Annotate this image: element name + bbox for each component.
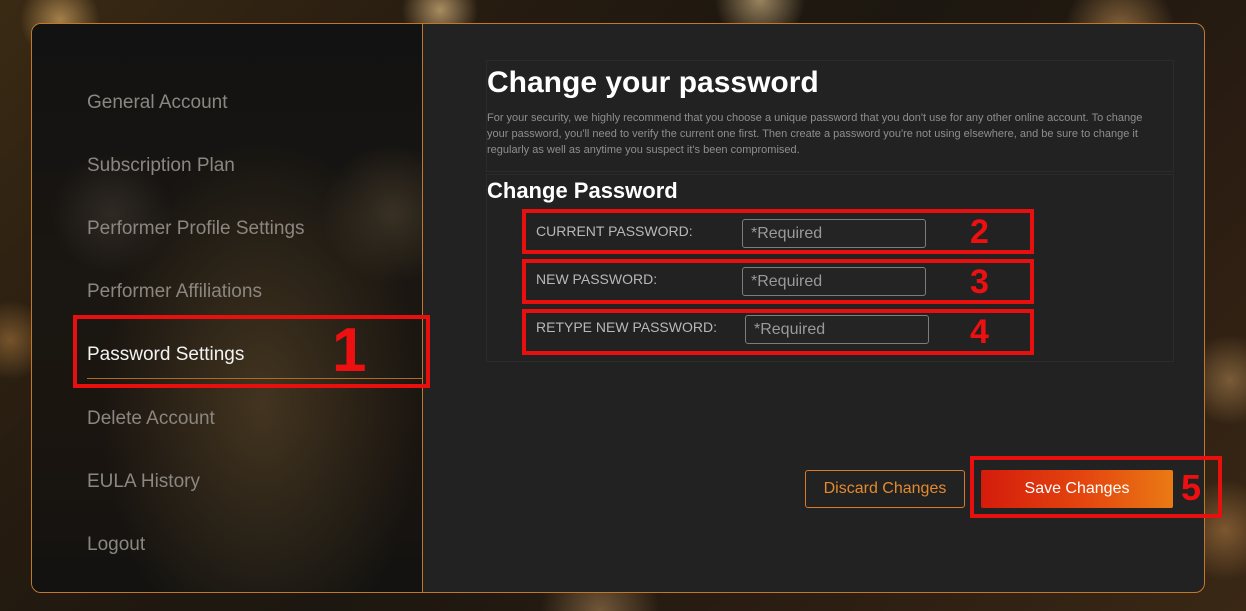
- sidebar-item-subscription-plan[interactable]: Subscription Plan: [87, 155, 235, 177]
- sidebar-item-delete-account[interactable]: Delete Account: [87, 408, 215, 430]
- sidebar-item-general-account[interactable]: General Account: [87, 92, 227, 114]
- annotation-number-4: 4: [970, 313, 989, 351]
- sidebar-item-eula-history[interactable]: EULA History: [87, 471, 200, 493]
- section-title: Change Password: [487, 178, 678, 203]
- annotation-number-2: 2: [970, 213, 989, 251]
- sidebar-item-logout[interactable]: Logout: [87, 534, 145, 556]
- settings-sidebar: General Account Subscription Plan Perfor…: [32, 24, 423, 592]
- annotation-number-5: 5: [1181, 467, 1202, 508]
- sidebar-item-performer-profile-settings[interactable]: Performer Profile Settings: [87, 218, 305, 240]
- sidebar-item-performer-affiliations[interactable]: Performer Affiliations: [87, 281, 262, 303]
- page-title: Change your password: [487, 66, 819, 99]
- annotation-box-3: [522, 259, 1034, 304]
- annotation-box-2: [522, 209, 1034, 254]
- annotation-number-3: 3: [970, 263, 989, 301]
- annotation-box-4: [522, 309, 1034, 355]
- annotation-number-1: 1: [332, 316, 367, 385]
- annotation-box-1: [73, 315, 430, 388]
- security-description: For your security, we highly recommend t…: [487, 112, 1143, 156]
- discard-changes-button[interactable]: Discard Changes: [805, 470, 965, 508]
